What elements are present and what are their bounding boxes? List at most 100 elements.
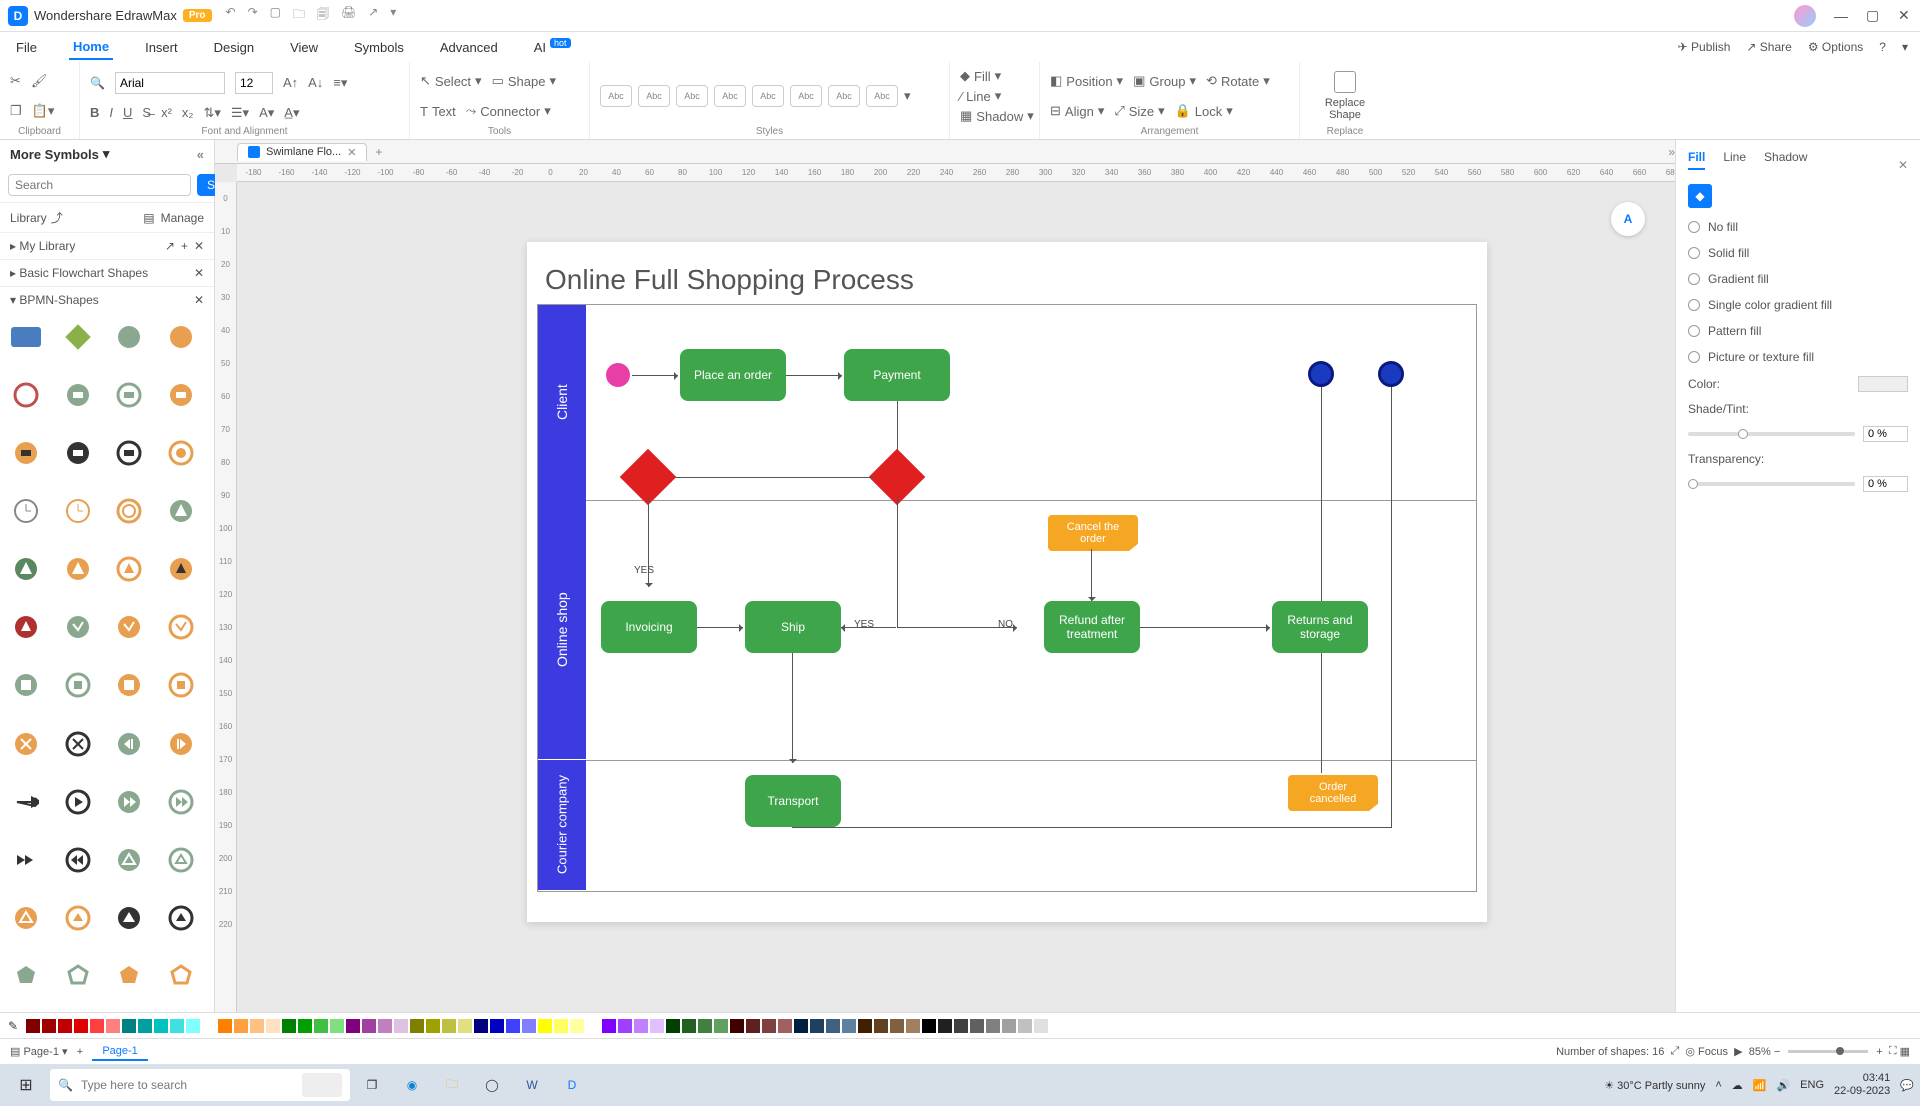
maximize-icon[interactable]: ▢ (1866, 7, 1880, 24)
color-swatch[interactable] (458, 1019, 472, 1033)
bpmn-shape[interactable] (62, 844, 94, 876)
manage-icon[interactable]: ▤ (143, 211, 154, 225)
style-more-icon[interactable]: ▾ (904, 85, 911, 107)
explorer-icon[interactable]: 🗀 (434, 1069, 470, 1101)
edge-icon[interactable]: ◉ (394, 1069, 430, 1101)
color-swatch[interactable] (970, 1019, 984, 1033)
transparency-slider[interactable] (1688, 482, 1855, 486)
bpmn-shape[interactable] (165, 844, 197, 876)
symbol-search-input[interactable] (8, 174, 191, 196)
qat-more-icon[interactable]: ▾ (390, 5, 396, 26)
page-list-icon[interactable]: ▤ (10, 1045, 20, 1058)
help-icon[interactable]: ? (1879, 40, 1886, 54)
manage-label[interactable]: Manage (161, 211, 204, 225)
bpmn-shape[interactable] (10, 379, 42, 411)
connector[interactable] (1321, 387, 1322, 601)
color-swatch[interactable] (858, 1019, 872, 1033)
connector[interactable] (786, 375, 842, 376)
zoom-out-icon[interactable]: − (1774, 1046, 1780, 1058)
style-swatch[interactable]: Abc (676, 85, 708, 107)
color-swatch[interactable] (650, 1019, 664, 1033)
bpmn-shape[interactable] (165, 669, 197, 701)
line-button[interactable]: ∕ Line▾ (960, 88, 1029, 104)
connector[interactable] (668, 477, 876, 478)
lane-header-courier[interactable]: Courier company (538, 760, 586, 891)
copy-icon[interactable]: ❐ (10, 103, 22, 119)
eyedropper-icon[interactable]: ✎ (8, 1019, 18, 1033)
lock-button[interactable]: 🔒 Lock▾ (1175, 103, 1233, 119)
bpmn-shape[interactable] (113, 669, 145, 701)
tray-volume-icon[interactable]: 🔊 (1776, 1079, 1790, 1092)
bpmn-shape[interactable] (113, 379, 145, 411)
connector[interactable] (897, 497, 898, 627)
new-tab-icon[interactable]: + (375, 145, 382, 159)
basic-shapes-caret-icon[interactable]: ▸ (10, 266, 16, 280)
style-swatch[interactable]: Abc (714, 85, 746, 107)
color-swatch[interactable] (506, 1019, 520, 1033)
bpmn-shape[interactable] (62, 321, 94, 353)
color-swatch[interactable] (490, 1019, 504, 1033)
color-swatch[interactable] (634, 1019, 648, 1033)
underline-icon[interactable]: U (123, 105, 132, 120)
gateway-1[interactable] (877, 457, 917, 497)
color-swatch[interactable] (74, 1019, 88, 1033)
bpmn-shape[interactable] (165, 437, 197, 469)
color-swatch[interactable] (58, 1019, 72, 1033)
color-swatch[interactable] (842, 1019, 856, 1033)
menu-symbols[interactable]: Symbols (350, 36, 408, 59)
radio-pattern[interactable] (1688, 325, 1700, 337)
group-button[interactable]: ▣ Group▾ (1133, 73, 1196, 89)
color-swatch[interactable] (1018, 1019, 1032, 1033)
color-swatch[interactable] (218, 1019, 232, 1033)
node-payment[interactable]: Payment (844, 349, 950, 401)
fill-button[interactable]: ◆ Fill▾ (960, 68, 1029, 84)
my-library-label[interactable]: My Library (19, 239, 75, 253)
color-swatch[interactable] (122, 1019, 136, 1033)
bpmn-shape[interactable] (62, 960, 94, 992)
grow-font-icon[interactable]: A↑ (283, 75, 298, 90)
strike-icon[interactable]: S̶ (142, 105, 151, 120)
page-tab[interactable]: Page-1 (92, 1043, 147, 1061)
bpmn-shape[interactable] (10, 437, 42, 469)
text-tool[interactable]: T Text (420, 104, 456, 119)
color-swatch[interactable] (282, 1019, 296, 1033)
bpmn-shape[interactable] (165, 728, 197, 760)
font-search-icon[interactable]: 🔍 (90, 76, 105, 90)
color-swatch[interactable] (986, 1019, 1000, 1033)
bpmn-shape[interactable] (10, 960, 42, 992)
bpmn-shape[interactable] (165, 786, 197, 818)
fill-bucket-icon[interactable]: ◆ (1688, 184, 1712, 208)
style-swatch[interactable]: Abc (828, 85, 860, 107)
bpmn-label[interactable]: BPMN-Shapes (19, 293, 98, 307)
gateway-2[interactable] (628, 457, 668, 497)
line-spacing-icon[interactable]: ⇅▾ (203, 105, 220, 121)
color-swatch[interactable] (906, 1019, 920, 1033)
weather-widget[interactable]: ☀ 30°C Partly sunny (1604, 1079, 1705, 1092)
color-swatch[interactable] (778, 1019, 792, 1033)
shade-value[interactable] (1863, 426, 1908, 442)
color-swatch[interactable] (234, 1019, 248, 1033)
color-swatch[interactable] (202, 1019, 216, 1033)
align-button[interactable]: ⊟ Align▾ (1050, 103, 1104, 119)
bpmn-shape[interactable] (165, 495, 197, 527)
new-icon[interactable]: ▢ (270, 5, 281, 26)
print-icon[interactable]: 🖨 (341, 5, 356, 26)
pages-view-icon[interactable]: ▦ (1900, 1045, 1910, 1058)
font-color-icon[interactable]: A̲▾ (284, 105, 299, 121)
bpmn-shape[interactable] (10, 844, 42, 876)
color-swatch[interactable] (1034, 1019, 1048, 1033)
color-swatch[interactable] (442, 1019, 456, 1033)
bpmn-shape[interactable] (62, 495, 94, 527)
close-icon[interactable]: ✕ (1898, 7, 1912, 24)
color-swatch[interactable] (106, 1019, 120, 1033)
rotate-button[interactable]: ⟲ Rotate▾ (1206, 73, 1270, 89)
bpmn-shape[interactable] (62, 786, 94, 818)
bpmn-shape[interactable] (113, 844, 145, 876)
color-swatch[interactable] (1002, 1019, 1016, 1033)
bpmn-shape[interactable] (113, 960, 145, 992)
format-painter-icon[interactable]: 🖌 (31, 73, 48, 89)
color-swatch[interactable] (586, 1019, 600, 1033)
menu-view[interactable]: View (286, 36, 322, 59)
bpmn-shape[interactable] (62, 437, 94, 469)
bpmn-shape[interactable] (165, 321, 197, 353)
